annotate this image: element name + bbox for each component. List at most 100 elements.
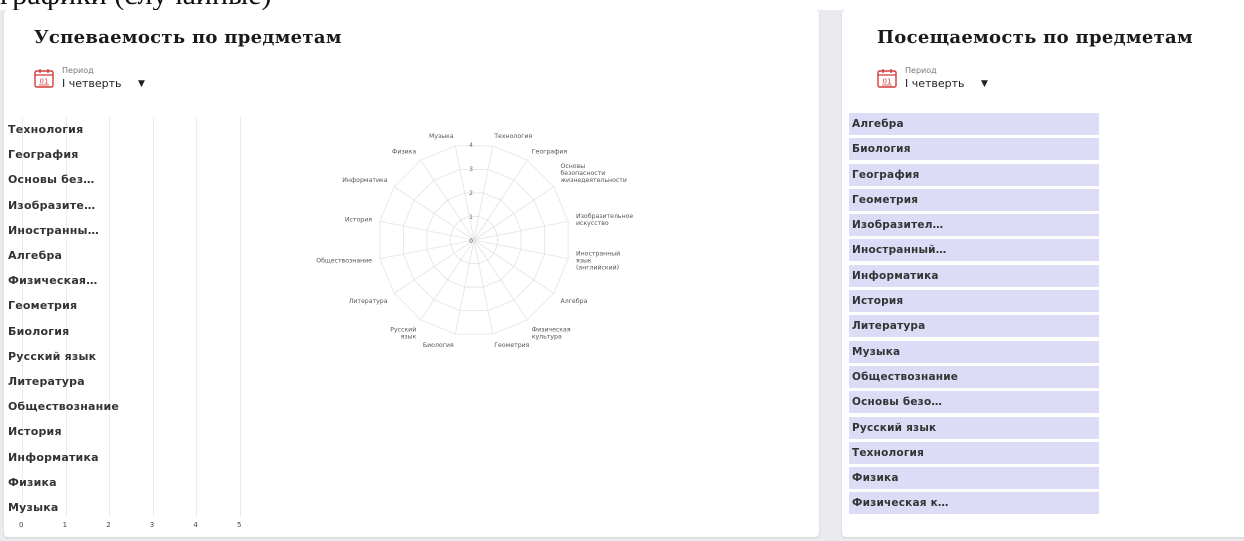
bar-x-tick: 5 xyxy=(237,521,242,529)
radar-category-line: Алгебра xyxy=(560,297,587,305)
attendance-list-item[interactable]: Литература xyxy=(849,315,1099,338)
radar-category-line: жизнедеятельности xyxy=(560,177,626,184)
radar-r-tick: 1 xyxy=(469,214,473,221)
performance-card: Успеваемость по предметам 01 Период I че… xyxy=(4,10,819,537)
calendar-icon: 01 xyxy=(34,69,54,88)
radar-category-label: Информатика xyxy=(342,177,387,184)
period-value: I четверть xyxy=(905,77,965,90)
radar-category-line: Изобразительное xyxy=(576,212,633,220)
radar-category-label: Обществознание xyxy=(316,256,372,264)
radar-category-line: Иностранный xyxy=(576,249,620,257)
radar-category-label: Русский язык xyxy=(390,325,416,340)
attendance-list-item[interactable]: История xyxy=(849,290,1099,313)
radar-category-line: Биология xyxy=(423,342,454,349)
radar-category-label: Геометрия xyxy=(494,342,529,349)
attendance-list-item[interactable]: Иностранный… xyxy=(849,239,1099,262)
radar-category-label: Литература xyxy=(349,298,388,305)
radar-category-label: Иностранный язык (английский) xyxy=(576,249,620,271)
radar-category-line: Геометрия xyxy=(494,342,529,349)
radar-category-label: Основы безопасности жизнедеятельности xyxy=(560,163,626,184)
bar-category-label: Музыка xyxy=(8,501,59,514)
attendance-list-item[interactable]: Музыка xyxy=(849,340,1099,363)
attendance-list-item[interactable]: Обществознание xyxy=(849,365,1099,388)
bar-x-tick: 1 xyxy=(62,521,68,529)
radar-r-tick: 2 xyxy=(469,190,473,197)
attendance-card: Посещаемость по предметам 01 Период I че… xyxy=(842,10,1244,537)
attendance-list-item[interactable]: Алгебра xyxy=(849,113,1099,135)
radar-category-label: Физика xyxy=(392,149,416,156)
attendance-title: Посещаемость по предметам xyxy=(877,27,1193,48)
radar-category-label: Изобразительное искусство xyxy=(576,212,633,227)
radar-r-tick: 0 xyxy=(469,238,473,245)
attendance-list: Алгебра Биология География Геометрия Изобраз… xyxy=(849,113,1099,518)
bar-gridline xyxy=(240,117,241,517)
bar-gridline xyxy=(196,117,198,517)
bar-category-label: Физическая… xyxy=(8,274,98,288)
bar-category-label: Физика xyxy=(8,475,57,489)
attendance-list-item[interactable]: Физика xyxy=(849,467,1099,490)
bar-category-label: Геометрия xyxy=(8,299,78,313)
chevron-down-icon[interactable]: ▼ xyxy=(981,79,988,89)
performance-radar-chart: 0 1 2 3 4 Музыка Технология География Основы безо… xyxy=(316,133,633,349)
calendar-icon-number: 01 xyxy=(40,78,49,86)
attendance-list-item[interactable]: География xyxy=(849,163,1099,186)
radar-category-label: Технология xyxy=(493,133,532,140)
radar-category-line: История xyxy=(345,217,372,224)
radar-category-label: Физическая культура xyxy=(532,326,571,340)
period-caption: Период xyxy=(905,66,937,75)
cropped-heading-fragment: графики (случайные) xyxy=(0,0,272,10)
performance-bar-chart: 0 1 2 3 4 5 Технология География Основы без… Изоб… xyxy=(8,117,246,537)
bar-category-label: Основы без… xyxy=(8,173,95,187)
attendance-list-item[interactable]: Биология xyxy=(849,138,1099,161)
performance-title: Успеваемость по предметам xyxy=(34,27,342,48)
radar-category-label: География xyxy=(532,149,568,156)
bar-x-tick: 0 xyxy=(19,521,24,529)
attendance-list-item[interactable]: Русский язык xyxy=(849,416,1099,439)
attendance-list-item[interactable]: Физическая к… xyxy=(849,492,1099,515)
top-cropped-heading: графики (случайные) xyxy=(0,0,1244,10)
radar-category-label: Биология xyxy=(423,342,454,349)
bar-category-label: Обществознание xyxy=(8,400,120,414)
radar-category-line: культура xyxy=(532,333,562,340)
bar-category-label: Алгебра xyxy=(8,249,63,262)
bar-x-tick: 4 xyxy=(193,521,198,529)
attendance-list-item[interactable]: Технология xyxy=(849,441,1099,464)
radar-category-line: язык xyxy=(401,333,417,340)
bar-category-label: Биология xyxy=(8,324,70,338)
radar-category-line: искусство xyxy=(576,220,609,227)
attendance-list-item[interactable]: Основы безо… xyxy=(849,391,1099,414)
calendar-icon: 01 xyxy=(877,69,897,88)
radar-category-line: Литература xyxy=(349,298,388,305)
bar-category-label: Информатика xyxy=(8,450,99,464)
attendance-list-item[interactable]: Геометрия xyxy=(849,188,1099,211)
radar-category-line: Физическая xyxy=(532,326,571,333)
radar-category-label: Музыка xyxy=(429,133,454,140)
bar-x-tick: 3 xyxy=(149,521,155,529)
radar-category-line: Русский xyxy=(390,325,416,333)
radar-category-line: Обществознание xyxy=(316,256,372,264)
period-value: I четверть xyxy=(62,77,122,90)
period-selector[interactable]: 01 Период I четверть ▼ xyxy=(34,66,154,94)
radar-category-line: (английский) xyxy=(576,263,619,271)
bar-category-label: Русский язык xyxy=(8,349,97,363)
attendance-period-selector[interactable]: 01 Период I четверть ▼ xyxy=(877,66,997,94)
attendance-list-item[interactable]: Информатика xyxy=(849,264,1099,287)
bar-x-tick: 2 xyxy=(106,521,111,529)
radar-category-line: Музыка xyxy=(429,133,454,140)
radar-category-line: География xyxy=(532,149,568,156)
radar-category-label: История xyxy=(345,217,372,224)
bar-category-label: Изобразите… xyxy=(8,198,96,212)
bar-category-label: История xyxy=(8,425,62,439)
radar-category-label: Алгебра xyxy=(560,297,587,305)
attendance-list-item[interactable]: Изобразител… xyxy=(849,214,1099,237)
radar-category-line: Физика xyxy=(392,149,416,156)
chevron-down-icon[interactable]: ▼ xyxy=(138,79,145,89)
bar-category-label: Технология xyxy=(8,123,84,136)
radar-category-line: безопасности xyxy=(560,169,605,177)
radar-category-line: язык xyxy=(576,257,592,264)
period-caption: Период xyxy=(62,66,94,75)
radar-category-line: Технология xyxy=(493,133,532,140)
radar-category-line: Основы xyxy=(560,163,585,170)
radar-category-line: Информатика xyxy=(342,177,387,184)
calendar-icon-number: 01 xyxy=(883,78,892,86)
